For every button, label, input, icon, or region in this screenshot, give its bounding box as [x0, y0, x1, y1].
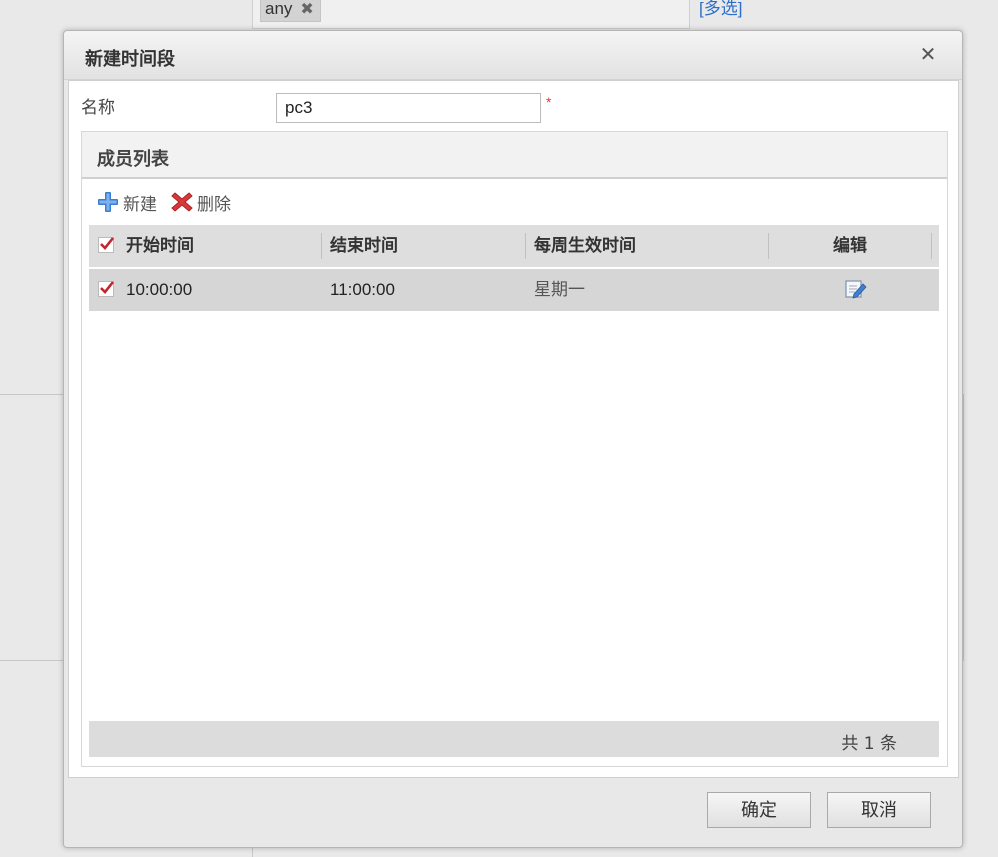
name-label: 名称	[81, 98, 115, 118]
table-row[interactable]: 10:00:00 11:00:00 星期一	[89, 269, 939, 311]
new-time-range-dialog: 新建时间段 ✕ 名称 * 成员列表	[63, 30, 963, 848]
background-divider	[0, 394, 64, 395]
grid-footer: 共 1 条	[89, 721, 939, 757]
cancel-button[interactable]: 取消	[827, 792, 931, 828]
ok-button[interactable]: 确定	[707, 792, 811, 828]
tag-remove-icon: ✖	[300, 1, 314, 18]
close-icon[interactable]: ✕	[918, 45, 938, 65]
delete-member-label: 删除	[197, 194, 231, 215]
delete-member-button[interactable]: 删除	[171, 190, 231, 215]
column-separator	[768, 233, 769, 259]
edit-icon[interactable]	[845, 279, 867, 299]
column-header-edit[interactable]: 编辑	[833, 225, 867, 267]
total-count: 共 1 条	[841, 734, 897, 754]
multi-select-link: [多选]	[699, 0, 743, 18]
new-member-button[interactable]: 新建	[97, 190, 157, 215]
dialog-title: 新建时间段	[85, 49, 175, 70]
member-list-panel: 成员列表 新建 删除 开始时间 结束时间 每周生效时间 编辑 10:00:00 …	[81, 131, 948, 767]
dialog-body: 名称 * 成员列表 新建	[68, 80, 959, 778]
member-toolbar: 新建 删除	[97, 190, 245, 215]
cell-end-time: 11:00:00	[330, 280, 395, 299]
cell-start-time: 10:00:00	[126, 280, 193, 299]
delete-icon	[171, 191, 193, 213]
background-tag: any ✖	[260, 0, 321, 22]
select-all-checkbox[interactable]	[98, 237, 115, 253]
name-input[interactable]	[276, 93, 541, 123]
required-mark: *	[546, 94, 552, 110]
background-divider	[963, 394, 964, 661]
grid-header: 开始时间 结束时间 每周生效时间 编辑	[89, 225, 939, 269]
add-icon	[97, 191, 119, 213]
column-header-start-time[interactable]: 开始时间	[126, 225, 194, 267]
dialog-titlebar: 新建时间段 ✕	[64, 31, 962, 80]
new-member-label: 新建	[123, 194, 157, 215]
background-tag-label: any	[265, 0, 293, 18]
column-header-end-time[interactable]: 结束时间	[330, 225, 398, 267]
cell-weekdays: 星期一	[534, 280, 585, 300]
panel-title: 成员列表	[97, 149, 169, 170]
panel-header: 成员列表	[82, 132, 947, 179]
column-header-weekdays[interactable]: 每周生效时间	[534, 225, 636, 267]
column-separator	[321, 233, 322, 259]
background-divider	[0, 660, 64, 661]
row-checkbox[interactable]	[98, 281, 115, 297]
column-separator	[931, 233, 932, 259]
column-separator	[525, 233, 526, 259]
